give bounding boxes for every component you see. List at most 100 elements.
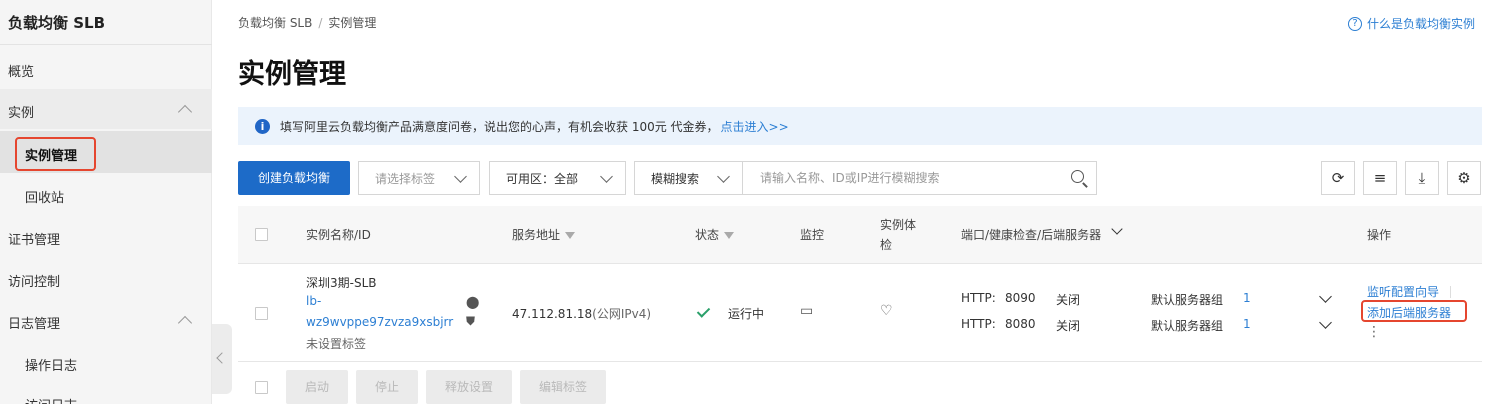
start-button[interactable]: 启动: [286, 370, 348, 404]
refresh-button[interactable]: ⟳: [1321, 161, 1355, 195]
select-all-checkbox[interactable]: [255, 228, 268, 241]
service-address-ip: 47.112.81.18: [512, 307, 593, 321]
monitor-icon[interactable]: ▭: [800, 303, 813, 319]
chevron-up-icon[interactable]: [177, 315, 193, 331]
filter-icon[interactable]: [565, 232, 576, 239]
header-monitor: 监控: [800, 228, 825, 242]
bulk-select-checkbox[interactable]: [255, 381, 268, 394]
listener-server-count[interactable]: 1: [1243, 291, 1251, 305]
listener-server-count[interactable]: 1: [1243, 317, 1251, 331]
sidebar-divider: [0, 44, 212, 45]
chevron-down-icon: [717, 170, 730, 183]
sidebar-collapse-handle[interactable]: [212, 324, 232, 394]
header-name: 实例名称/ID: [306, 228, 371, 242]
check-icon: [696, 304, 711, 318]
gear-icon: ⚙: [1457, 169, 1471, 187]
more-icon[interactable]: ⋮: [1367, 324, 1381, 340]
chevron-down-icon: [600, 170, 613, 183]
action-divider: [1450, 286, 1451, 298]
chevron-left-icon: [216, 352, 228, 364]
location-pin-icon[interactable]: ⬤: [466, 295, 479, 309]
instance-id-line1[interactable]: lb-: [306, 294, 321, 308]
sidebar-item-op-logs[interactable]: 操作日志: [25, 355, 77, 374]
search-input[interactable]: 请输入名称、ID或IP进行模糊搜索: [742, 161, 1097, 195]
tag-select[interactable]: 请选择标签: [358, 161, 480, 195]
page-title: 实例管理: [238, 59, 346, 90]
service-address: 47.112.81.18(公网IPv4): [512, 305, 651, 322]
sidebar-item-access-control[interactable]: 访问控制: [8, 271, 60, 290]
sidebar-item-access-logs[interactable]: 访问日志: [25, 395, 77, 404]
highlight-box: [15, 137, 96, 171]
row-checkbox[interactable]: [255, 307, 268, 320]
sidebar-item-overview[interactable]: 概览: [8, 61, 34, 80]
search-icon[interactable]: [1071, 170, 1084, 183]
refresh-icon: ⟳: [1331, 169, 1345, 187]
header-actions: 操作: [1367, 228, 1392, 242]
stop-button[interactable]: 停止: [356, 370, 418, 404]
download-button[interactable]: ⤓: [1405, 161, 1439, 195]
sidebar-title: 负载均衡 SLB: [8, 14, 106, 32]
sidebar-item-recycle[interactable]: 回收站: [25, 187, 64, 206]
header-address-label: 服务地址: [512, 228, 561, 242]
listener-port: 8090: [1005, 291, 1036, 305]
search-placeholder: 请输入名称、ID或IP进行模糊搜索: [760, 171, 940, 185]
service-address-type: (公网IPv4): [592, 307, 652, 321]
help-link-label: 什么是负载均衡实例: [1367, 17, 1476, 31]
listener-group: 默认服务器组: [1151, 319, 1224, 333]
highlight-box: [1361, 300, 1467, 322]
instance-name: 深圳3期-SLB: [306, 276, 377, 290]
header-ports[interactable]: 端口/健康检查/后端服务器: [961, 226, 1101, 243]
list-icon: ≡: [1373, 169, 1387, 187]
listener-proto: HTTP:: [961, 317, 996, 331]
search-mode-value: 模糊搜索: [651, 171, 700, 186]
zone-select-label: 可用区：: [506, 171, 555, 186]
status-text: 运行中: [728, 307, 765, 321]
notice-text: 填写阿里云负载均衡产品满意度问卷，说出您的心声，有机会收获 100元 代金券，: [280, 119, 719, 134]
listener-proto: HTTP:: [961, 291, 996, 305]
heartbeat-icon[interactable]: ♡: [880, 303, 893, 319]
sidebar-item-instances[interactable]: 实例: [8, 102, 34, 121]
row-divider: [238, 361, 1482, 362]
header-health-line2: 检: [880, 238, 893, 252]
breadcrumb-separator: /: [318, 16, 323, 30]
edit-tags-button[interactable]: 编辑标签: [520, 370, 606, 404]
zone-select-value: 全部: [554, 171, 579, 186]
notice-link[interactable]: 点击进入>>: [721, 118, 789, 135]
help-icon: ?: [1348, 16, 1362, 31]
shield-icon[interactable]: ⛊: [466, 314, 475, 329]
survey-notice: i 填写阿里云负载均衡产品满意度问卷，说出您的心声，有机会收获 100元 代金券…: [238, 107, 1482, 145]
header-ports-label: 端口/健康检查/后端服务器: [961, 228, 1102, 242]
download-icon: ⤓: [1418, 169, 1426, 187]
sidebar: 负载均衡 SLB 概览 实例 实例管理 回收站 证书管理 访问控制 日志管理 操…: [0, 0, 212, 404]
listener-group: 默认服务器组: [1151, 293, 1224, 307]
chevron-down-icon: [454, 170, 467, 183]
breadcrumb-current: 实例管理: [328, 16, 377, 30]
header-address: 服务地址: [512, 226, 576, 243]
zone-select[interactable]: 可用区： 全部: [489, 161, 626, 195]
search-mode-select[interactable]: 模糊搜索: [634, 161, 743, 195]
list-settings-button[interactable]: ≡: [1363, 161, 1397, 195]
header-status-label: 状态: [695, 228, 720, 242]
release-settings-button[interactable]: 释放设置: [426, 370, 512, 404]
create-slb-button[interactable]: 创建负载均衡: [238, 161, 350, 195]
info-icon: i: [255, 118, 270, 134]
table-header: [238, 206, 1482, 264]
listener-health: 关闭: [1056, 293, 1081, 307]
chevron-down-icon[interactable]: [1319, 316, 1332, 329]
listener-wizard-link[interactable]: 监听配置向导: [1367, 283, 1439, 300]
header-status: 状态: [695, 226, 735, 243]
tag-select-placeholder: 请选择标签: [375, 171, 436, 186]
breadcrumb-root[interactable]: 负载均衡 SLB: [238, 16, 312, 30]
listener-health: 关闭: [1056, 319, 1081, 333]
sidebar-item-logs[interactable]: 日志管理: [8, 313, 60, 332]
chevron-down-icon[interactable]: [1319, 290, 1332, 303]
help-link[interactable]: ? 什么是负载均衡实例: [1348, 15, 1475, 32]
header-health-line1: 实例体: [880, 218, 917, 232]
breadcrumb: 负载均衡 SLB / 实例管理: [238, 14, 376, 31]
settings-button[interactable]: ⚙: [1447, 161, 1481, 195]
instance-id-line2[interactable]: wz9wvppe97zvza9xsbjrr: [306, 315, 453, 329]
instance-tag: 未设置标签: [306, 337, 367, 351]
sidebar-item-certs[interactable]: 证书管理: [8, 229, 60, 248]
listener-port: 8080: [1005, 317, 1036, 331]
filter-icon[interactable]: [724, 232, 735, 239]
